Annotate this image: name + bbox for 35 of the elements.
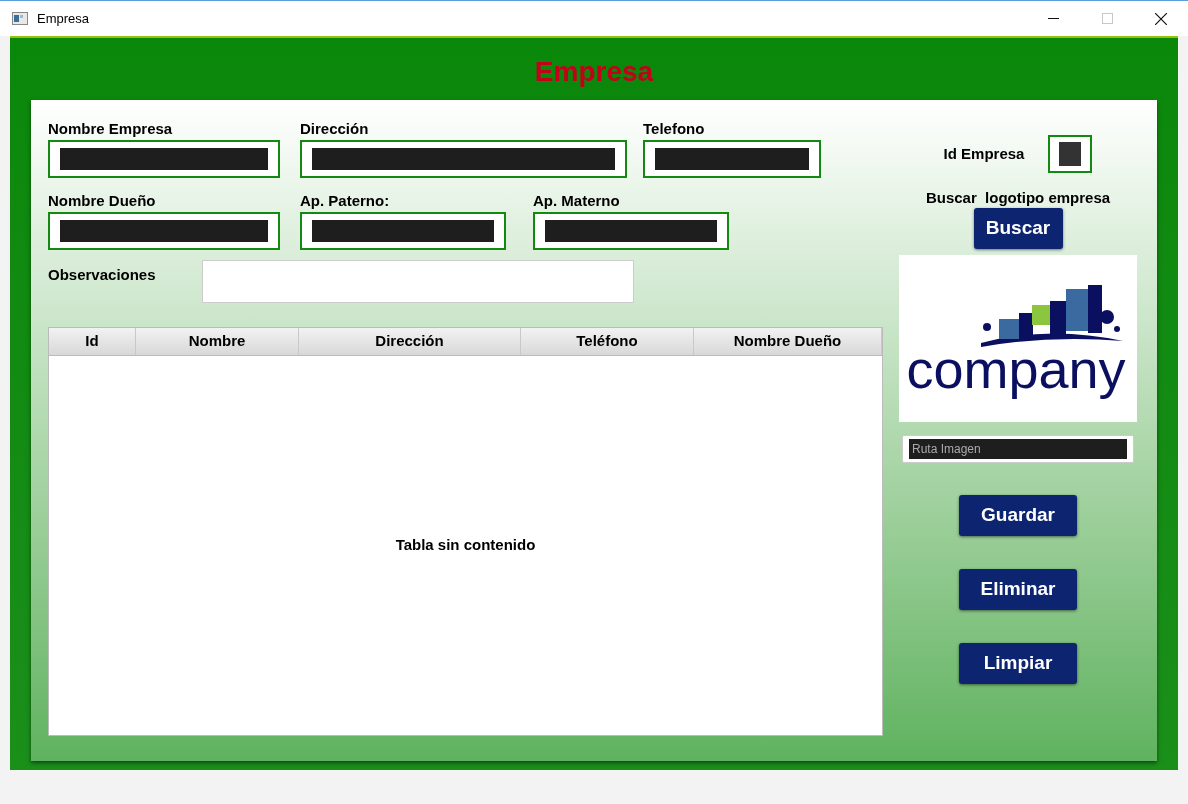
image-path-field[interactable]: Ruta Imagen (902, 435, 1134, 463)
observaciones-field[interactable] (202, 260, 634, 303)
field-label: Dirección (300, 120, 370, 138)
text-field[interactable] (48, 140, 280, 178)
field-label: Nombre Dueño (48, 192, 157, 210)
minimize-icon (1047, 18, 1059, 19)
text-field[interactable] (48, 212, 280, 250)
field-label: Id Empresa (943, 143, 1025, 164)
column-header[interactable]: Nombre (136, 328, 299, 355)
text-field[interactable] (300, 140, 627, 178)
search-button[interactable]: Buscar (973, 208, 1063, 249)
text-field[interactable] (300, 212, 506, 250)
action-button[interactable]: Guardar (959, 495, 1077, 536)
field-label: Observaciones (48, 265, 157, 285)
logo-search-label: Buscar logotipo empresa (925, 189, 1111, 207)
page-title: Empresa (533, 55, 655, 89)
id-empresa-field[interactable] (1048, 135, 1093, 173)
window-title: Empresa (37, 9, 90, 28)
text-field[interactable] (643, 140, 821, 178)
column-header[interactable]: Id (49, 328, 136, 355)
column-header[interactable]: Nombre Dueño (694, 328, 882, 355)
close-icon (1155, 12, 1167, 25)
text-field[interactable] (533, 212, 729, 250)
column-header[interactable]: Teléfono (521, 328, 694, 355)
app-icon (12, 12, 28, 25)
field-label: Telefono (643, 120, 706, 138)
field-label: Ap. Paterno: (300, 192, 391, 210)
action-button[interactable]: Eliminar (959, 569, 1077, 610)
column-header[interactable]: Dirección (299, 328, 521, 355)
field-label: Ap. Materno (533, 192, 621, 210)
empty-table-message: Tabla sin contenido (395, 535, 536, 556)
field-label: Nombre Empresa (48, 120, 174, 138)
maximize-icon (1101, 13, 1113, 24)
logo-text: company (906, 339, 1126, 399)
action-button[interactable]: Limpiar (959, 643, 1077, 684)
